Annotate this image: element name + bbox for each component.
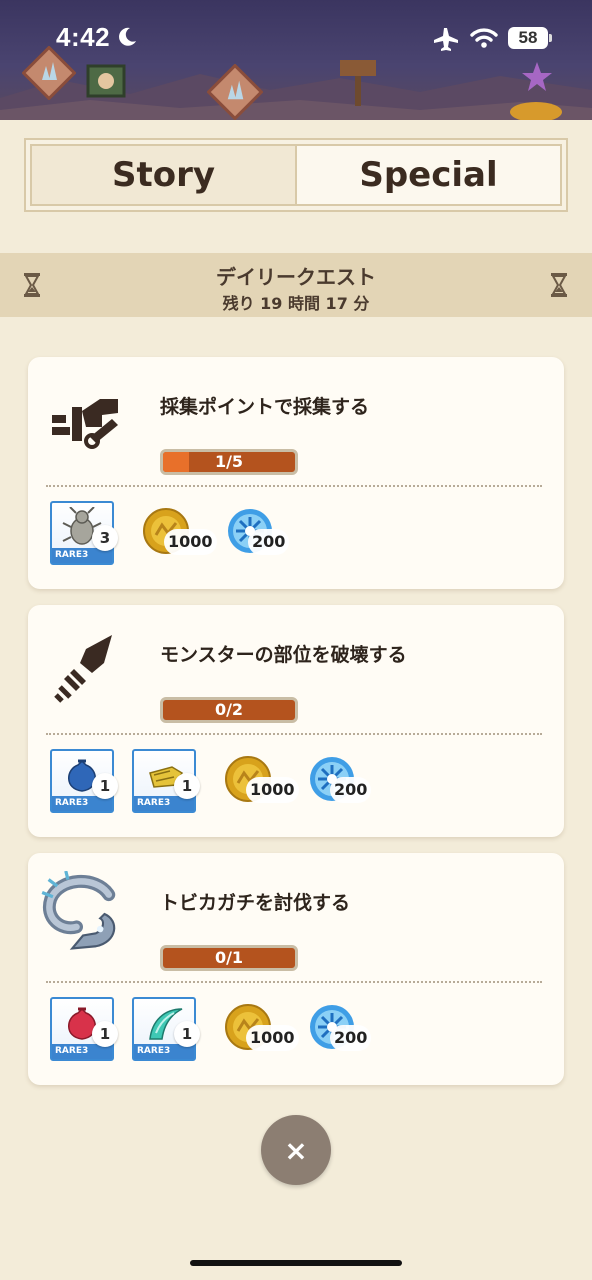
monster-sign-icon: [86, 64, 126, 98]
reward-item[interactable]: RARE3 1: [132, 997, 200, 1061]
daily-quest-header: デイリークエスト 残り 19 時間 17 分: [0, 253, 592, 317]
quest-title: モンスターの部位を破壊する: [160, 644, 407, 666]
divider: [46, 733, 542, 735]
quest-card: 採集ポイントで採集する 1/5 RARE3 3 1000 200: [28, 357, 564, 589]
hourglass-icon: [551, 273, 567, 297]
gathering-icon: [52, 399, 118, 449]
close-button[interactable]: ×: [261, 1115, 331, 1185]
reward-row: RARE3 3 1000 200: [50, 501, 540, 567]
quest-card: モンスターの部位を破壊する 0/2 RARE3 1 RARE3 1 1000 2…: [28, 605, 564, 837]
item-count: 1: [92, 1021, 118, 1047]
progress-text: 0/2: [214, 700, 244, 719]
wifi-icon: [470, 28, 498, 48]
airplane-icon: [434, 28, 458, 51]
points-amount: 200: [330, 777, 372, 803]
points-reward: 200: [308, 1003, 388, 1059]
reward-item[interactable]: RARE3 1: [50, 997, 118, 1061]
zenny-reward: 1000: [224, 755, 304, 811]
item-count: 1: [174, 1021, 200, 1047]
treasure-icon: [510, 102, 562, 120]
points-reward: 200: [308, 755, 388, 811]
zenny-amount: 1000: [246, 777, 299, 803]
zenny-reward: 1000: [142, 507, 222, 563]
quest-screen: 4:42 58 Story Special デイリークエスト 残り 19 時間 …: [0, 0, 592, 1280]
quest-progress-bar: 0/1: [160, 945, 298, 971]
battery-indicator: 58: [508, 27, 552, 49]
star-icon: [522, 62, 552, 91]
game-background-strip: 4:42 58: [0, 0, 592, 120]
quest-progress-bar: 1/5: [160, 449, 298, 475]
progress-text: 0/1: [214, 948, 244, 967]
signpost-icon: [340, 60, 376, 106]
progress-text: 1/5: [214, 452, 244, 471]
crystal-sign-icon: [22, 46, 76, 100]
zenny-amount: 1000: [246, 1025, 299, 1051]
points-reward: 200: [226, 507, 306, 563]
quest-progress-bar: 0/2: [160, 697, 298, 723]
points-amount: 200: [330, 1025, 372, 1051]
reward-item[interactable]: RARE3 3: [50, 501, 118, 565]
zenny-amount: 1000: [164, 529, 217, 555]
daily-quest-title: デイリークエスト: [216, 265, 376, 289]
crystal-sign-icon: [207, 64, 263, 120]
points-amount: 200: [248, 529, 290, 555]
home-indicator[interactable]: [190, 1260, 402, 1266]
divider: [46, 485, 542, 487]
reward-row: RARE3 1 RARE3 1 1000 200: [50, 997, 540, 1063]
moon-icon: [119, 27, 136, 46]
quest-title: 採集ポイントで採集する: [160, 396, 370, 418]
status-time: 4:42: [56, 22, 111, 52]
reward-item[interactable]: RARE3 1: [132, 749, 200, 813]
reward-item[interactable]: RARE3 1: [50, 749, 118, 813]
broken-sword-icon: [54, 635, 112, 703]
item-count: 1: [174, 773, 200, 799]
divider: [46, 981, 542, 983]
zenny-reward: 1000: [224, 1003, 304, 1059]
quest-card: トビカガチを討伐する 0/1 RARE3 1 RARE3 1 1000 200: [28, 853, 564, 1085]
tab-story[interactable]: Story: [32, 146, 295, 204]
item-count: 3: [92, 525, 118, 551]
quest-title: トビカガチを討伐する: [160, 892, 351, 914]
quest-type-tabs: Story Special: [24, 138, 568, 212]
item-count: 1: [92, 773, 118, 799]
reward-row: RARE3 1 RARE3 1 1000 200: [50, 749, 540, 815]
time-remaining: 残り 19 時間 17 分: [222, 294, 370, 313]
tab-special[interactable]: Special: [295, 146, 560, 204]
tobi-kadachi-icon: [41, 871, 116, 950]
